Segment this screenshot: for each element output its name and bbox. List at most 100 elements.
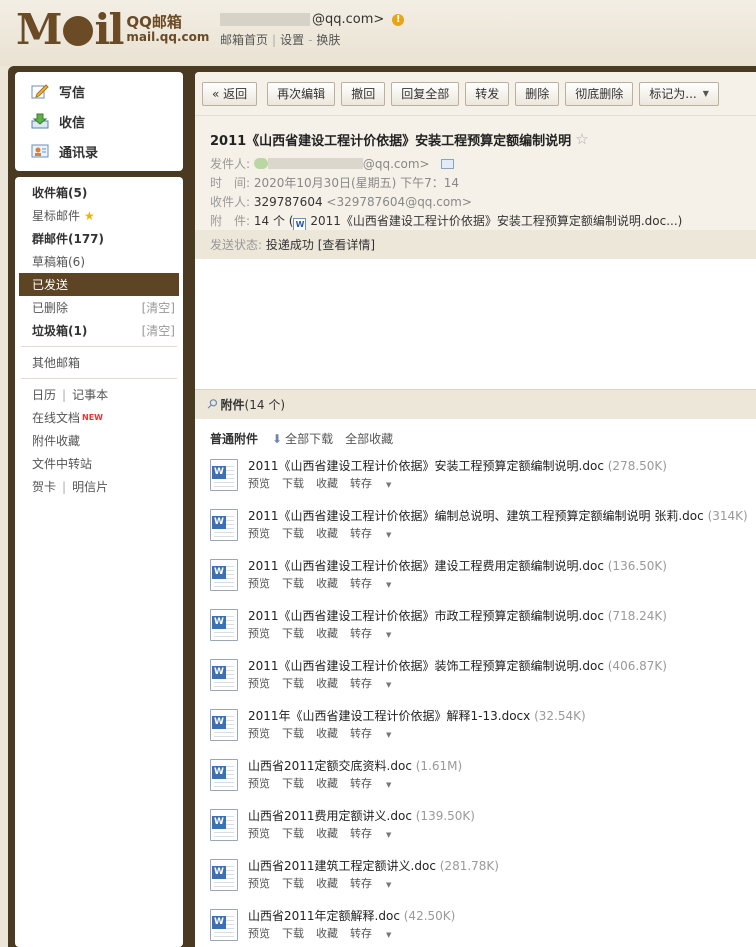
save-to-link[interactable]: 转存 ▼ [350, 927, 391, 940]
preview-link[interactable]: 预览 [248, 777, 270, 790]
word-doc-icon[interactable]: W [210, 759, 238, 791]
star-outline-icon[interactable]: ☆ [575, 130, 588, 148]
sidebar-item-other[interactable]: 其他邮箱 [15, 351, 183, 374]
download-link[interactable]: 下载 [282, 877, 304, 890]
forward-button[interactable]: 转发 [465, 81, 510, 106]
favorite-link[interactable]: 收藏 [316, 577, 338, 590]
download-link[interactable]: 下载 [282, 827, 304, 840]
receive-button[interactable]: 收信 [15, 106, 183, 136]
attachment-name[interactable]: 山西省2011年定额解释.doc (42.50K) [248, 907, 455, 925]
favorite-link[interactable]: 收藏 [316, 927, 338, 940]
attachment-name[interactable]: 山西省2011定额交底资料.doc (1.61M) [248, 757, 462, 775]
favorite-link[interactable]: 收藏 [316, 777, 338, 790]
link-home[interactable]: 邮箱首页 [220, 33, 268, 47]
attachment-name[interactable]: 2011《山西省建设工程计价依据》市政工程预算定额编制说明.doc (718.2… [248, 607, 667, 625]
preview-link[interactable]: 预览 [248, 677, 270, 690]
word-doc-icon[interactable]: W [210, 559, 238, 591]
preview-link[interactable]: 预览 [248, 927, 270, 940]
download-link[interactable]: 下载 [282, 477, 304, 490]
attachment-name[interactable]: 2011《山西省建设工程计价依据》安装工程预算定额编制说明.doc (278.5… [248, 457, 667, 475]
save-to-link[interactable]: 转存 ▼ [350, 577, 391, 590]
contact-card-icon[interactable] [441, 159, 455, 169]
preview-link[interactable]: 预览 [248, 727, 270, 740]
word-doc-icon[interactable]: W [210, 659, 238, 691]
qqmail-logo[interactable]: Mil QQ邮箱 mail.qq.com [16, 8, 209, 52]
sidebar-item-starred[interactable]: 星标邮件 ★ [15, 204, 183, 227]
download-link[interactable]: 下载 [282, 727, 304, 740]
attachment-name[interactable]: 山西省2011费用定额讲义.doc (139.50K) [248, 807, 475, 825]
word-doc-icon[interactable]: W [210, 809, 238, 841]
sidebar-item-attachment-favorites[interactable]: 附件收藏 [15, 429, 183, 452]
sidebar-item-group[interactable]: 群邮件(177) [15, 227, 183, 250]
delete-forever-button[interactable]: 彻底删除 [565, 81, 634, 106]
view-details-link[interactable]: [查看详情] [318, 238, 375, 252]
preview-link[interactable]: 预览 [248, 627, 270, 640]
sidebar-item-calendar[interactable]: 日历 [32, 386, 56, 403]
download-link[interactable]: 下载 [282, 627, 304, 640]
sidebar-item-notes[interactable]: 记事本 [72, 386, 108, 403]
attachment-name[interactable]: 2011《山西省建设工程计价依据》装饰工程预算定额编制说明.doc (406.8… [248, 657, 667, 675]
sidebar-item-docs[interactable]: 在线文档 NEW [15, 406, 183, 429]
save-all-link[interactable]: 全部收藏 [345, 430, 393, 447]
favorite-link[interactable]: 收藏 [316, 727, 338, 740]
word-doc-icon[interactable]: W [210, 709, 238, 741]
warning-icon[interactable]: ! [392, 13, 405, 26]
link-settings[interactable]: 设置 [280, 33, 304, 47]
attachment-name[interactable]: 2011年《山西省建设工程计价依据》解释1-13.docx (32.54K) [248, 707, 586, 725]
sidebar-item-file-transfer[interactable]: 文件中转站 [15, 452, 183, 475]
sidebar-item-spam[interactable]: 垃圾箱(1) [清空] [15, 319, 183, 342]
back-button[interactable]: « 返回 [202, 81, 258, 106]
download-link[interactable]: 下载 [282, 777, 304, 790]
preview-link[interactable]: 预览 [248, 877, 270, 890]
download-link[interactable]: 下载 [282, 677, 304, 690]
mark-as-dropdown[interactable]: 标记为... ▼ [639, 81, 719, 106]
save-to-link[interactable]: 转存 ▼ [350, 627, 391, 640]
download-link[interactable]: 下载 [282, 577, 304, 590]
contacts-button[interactable]: 通讯录 [15, 136, 183, 166]
attachment-name[interactable]: 2011《山西省建设工程计价依据》建设工程费用定额编制说明.doc (136.5… [248, 557, 667, 575]
attachment-name[interactable]: 2011《山西省建设工程计价依据》编制总说明、建筑工程预算定额编制说明 张莉.d… [248, 507, 748, 525]
favorite-link[interactable]: 收藏 [316, 827, 338, 840]
sidebar-item-drafts[interactable]: 草稿箱(6) [15, 250, 183, 273]
save-to-link[interactable]: 转存 ▼ [350, 677, 391, 690]
preview-link[interactable]: 预览 [248, 827, 270, 840]
save-to-link[interactable]: 转存 ▼ [350, 727, 391, 740]
preview-link[interactable]: 预览 [248, 527, 270, 540]
attachment-summary-link[interactable]: 2011《山西省建设工程计价依据》安装工程预算定额编制说明.doc...) [310, 214, 682, 228]
save-to-link[interactable]: 转存 ▼ [350, 827, 391, 840]
reedit-button[interactable]: 再次编辑 [267, 81, 336, 106]
download-link[interactable]: 下载 [282, 527, 304, 540]
compose-button[interactable]: 写信 [15, 76, 183, 106]
favorite-link[interactable]: 收藏 [316, 627, 338, 640]
word-doc-icon[interactable]: W [210, 859, 238, 891]
favorite-link[interactable]: 收藏 [316, 477, 338, 490]
save-to-link[interactable]: 转存 ▼ [350, 877, 391, 890]
save-to-link[interactable]: 转存 ▼ [350, 477, 391, 490]
word-doc-icon[interactable]: W [210, 609, 238, 641]
save-to-link[interactable]: 转存 ▼ [350, 527, 391, 540]
delete-button[interactable]: 删除 [515, 81, 560, 106]
sidebar-item-inbox[interactable]: 收件箱(5) [15, 181, 183, 204]
word-doc-icon[interactable]: W [210, 509, 238, 541]
sidebar-item-deleted[interactable]: 已删除 [清空] [15, 296, 183, 319]
word-doc-icon[interactable]: W [210, 909, 238, 941]
clear-deleted-link[interactable]: [清空] [142, 299, 175, 316]
favorite-link[interactable]: 收藏 [316, 677, 338, 690]
sidebar-item-greeting-card[interactable]: 贺卡 [32, 478, 56, 495]
reply-all-button[interactable]: 回复全部 [391, 81, 460, 106]
favorite-link[interactable]: 收藏 [316, 877, 338, 890]
recall-button[interactable]: 撤回 [341, 81, 386, 106]
save-to-link[interactable]: 转存 ▼ [350, 777, 391, 790]
attachment-size: (136.50K) [607, 559, 667, 573]
favorite-link[interactable]: 收藏 [316, 527, 338, 540]
preview-link[interactable]: 预览 [248, 477, 270, 490]
sidebar-item-sent[interactable]: 已发送 [19, 273, 179, 296]
download-all-link[interactable]: 全部下载 [285, 430, 333, 447]
clear-spam-link[interactable]: [清空] [142, 322, 175, 339]
link-skin[interactable]: 换肤 [316, 33, 340, 47]
sidebar-item-postcard[interactable]: 明信片 [72, 478, 108, 495]
download-link[interactable]: 下载 [282, 927, 304, 940]
preview-link[interactable]: 预览 [248, 577, 270, 590]
attachment-name[interactable]: 山西省2011建筑工程定额讲义.doc (281.78K) [248, 857, 499, 875]
word-doc-icon[interactable]: W [210, 459, 238, 491]
